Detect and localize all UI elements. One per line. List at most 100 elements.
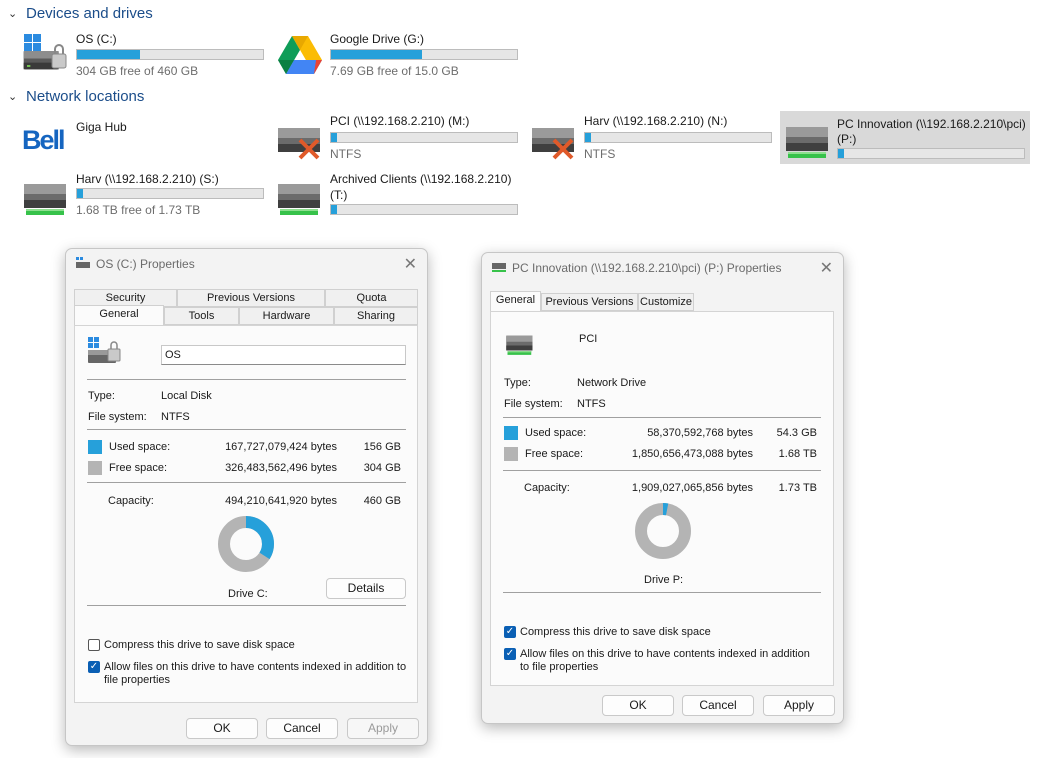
divider (87, 482, 406, 483)
close-icon[interactable]: ✕ (404, 254, 417, 274)
details-button[interactable]: Details (326, 578, 406, 599)
location-name: PC Innovation (\\192.168.2.210\pci) (837, 117, 1026, 131)
dialog-title: OS (C:) Properties (96, 257, 195, 271)
drive-name: Google Drive (G:) (330, 32, 425, 46)
drive-os-c[interactable]: OS (C:) 304 GB free of 460 GB (22, 32, 268, 82)
general-panel: PCI Type: Network Drive File system: NTF… (490, 311, 834, 686)
devices-section-header[interactable]: ⌄ Devices and drives (8, 5, 153, 22)
divider (503, 470, 821, 471)
used-space-swatch (504, 426, 518, 440)
compress-checkbox[interactable]: ✓ (504, 626, 516, 638)
location-drive-letter: (T:) (330, 188, 348, 202)
drive-usage-fill (585, 133, 591, 142)
used-space-swatch (88, 440, 102, 454)
network-drive-title-icon (492, 263, 506, 272)
used-space-gb: 54.3 GB (776, 427, 817, 439)
divider (87, 379, 406, 380)
chevron-down-icon: ⌄ (8, 91, 18, 103)
used-space-gb: 156 GB (363, 441, 401, 453)
drive-usage-fill (331, 133, 337, 142)
network-drive-n[interactable]: Harv (\\192.168.2.210) (N:) NTFS (530, 114, 776, 164)
ok-button[interactable]: OK (186, 718, 258, 739)
location-name: PCI (\\192.168.2.210) (M:) (330, 114, 470, 128)
network-drive-m[interactable]: PCI (\\192.168.2.210) (M:) NTFS (276, 114, 522, 164)
general-panel: OS Type: Local Disk File system: NTFS Us… (74, 325, 418, 703)
tab-previous-versions[interactable]: Previous Versions (177, 289, 325, 307)
file-system-label: File system: (504, 398, 563, 410)
type-label: Type: (88, 390, 115, 402)
location-name: Harv (\\192.168.2.210) (N:) (584, 114, 728, 128)
network-giga-hub[interactable]: Bell Giga Hub (22, 120, 268, 170)
capacity-label: Capacity: (524, 482, 570, 494)
drive-usage-bar (76, 49, 264, 60)
chevron-down-icon: ⌄ (8, 8, 18, 20)
network-drive-t[interactable]: Archived Clients (\\192.168.2.210) (T:) (276, 172, 522, 222)
index-label-line2: file properties (104, 674, 171, 686)
used-space-label: Used space: (109, 441, 171, 453)
drive-google-g[interactable]: Google Drive (G:) 7.69 GB free of 15.0 G… (276, 32, 522, 82)
drive-usage-bar (76, 188, 264, 199)
drive-free-text: NTFS (330, 147, 362, 161)
tab-customize[interactable]: Customize (638, 293, 694, 311)
tab-general[interactable]: General (74, 305, 164, 325)
network-drive-p[interactable]: PC Innovation (\\192.168.2.210\pci) (P:) (780, 111, 1030, 164)
index-checkbox[interactable]: ✓ (504, 648, 516, 660)
cancel-button[interactable]: Cancel (266, 718, 338, 739)
windows-drive-icon (23, 34, 67, 70)
index-label-line1: Allow files on this drive to have conten… (520, 648, 810, 660)
used-space-bytes: 58,370,592,768 bytes (647, 427, 753, 439)
network-drive-icon (504, 328, 536, 358)
google-drive-icon (278, 36, 322, 74)
apply-button[interactable]: Apply (347, 718, 419, 739)
capacity-bytes: 1,909,027,065,856 bytes (631, 482, 753, 494)
type-label: Type: (504, 377, 531, 389)
tab-previous-versions[interactable]: Previous Versions (541, 293, 638, 311)
drive-name: OS (C:) (76, 32, 117, 46)
drive-usage-bar (330, 49, 518, 60)
free-space-gb: 304 GB (363, 462, 401, 474)
network-drive-icon (784, 115, 832, 163)
index-checkbox[interactable]: ✓ (88, 661, 100, 673)
drive-usage-fill (331, 50, 423, 59)
drive-usage-fill (77, 50, 141, 59)
tab-hardware[interactable]: Hardware (239, 307, 334, 325)
drive-usage-fill (838, 149, 844, 158)
free-space-swatch (88, 461, 102, 475)
usage-donut-chart (635, 503, 691, 559)
drive-free-text: 7.69 GB free of 15.0 GB (330, 64, 459, 78)
capacity-bytes: 494,210,641,920 bytes (225, 495, 337, 507)
capacity-tb: 1.73 TB (778, 482, 817, 494)
os-c-properties-dialog: OS (C:) Properties ✕ Security Previous V… (65, 248, 428, 746)
tab-general[interactable]: General (490, 291, 541, 311)
free-space-label: Free space: (525, 448, 584, 460)
drive-label-value: PCI (579, 333, 598, 345)
tab-quota[interactable]: Quota (325, 289, 418, 307)
used-space-bytes: 167,727,079,424 bytes (225, 441, 337, 453)
close-icon[interactable]: ✕ (820, 258, 833, 278)
file-system-value: NTFS (161, 411, 190, 423)
location-name: Harv (\\192.168.2.210) (S:) (76, 172, 219, 186)
compress-checkbox[interactable] (88, 639, 100, 651)
compress-label: Compress this drive to save disk space (520, 626, 711, 638)
used-space-label: Used space: (525, 427, 587, 439)
compress-label: Compress this drive to save disk space (104, 639, 295, 651)
capacity-gb: 460 GB (363, 495, 401, 507)
network-section-header[interactable]: ⌄ Network locations (8, 88, 144, 105)
tab-sharing[interactable]: Sharing (334, 307, 418, 325)
section-title: Network locations (26, 88, 145, 105)
section-title: Devices and drives (26, 5, 153, 22)
free-space-swatch (504, 447, 518, 461)
cancel-button[interactable]: Cancel (682, 695, 754, 716)
drive-label-input[interactable]: OS (161, 345, 406, 365)
divider (503, 592, 821, 593)
drive-usage-fill (331, 205, 337, 214)
network-drive-icon (276, 172, 324, 220)
ok-button[interactable]: OK (602, 695, 674, 716)
divider (503, 417, 821, 418)
drive-free-text: NTFS (584, 147, 616, 161)
apply-button[interactable]: Apply (763, 695, 835, 716)
tab-tools[interactable]: Tools (164, 307, 239, 325)
network-drive-s[interactable]: Harv (\\192.168.2.210) (S:) 1.68 TB free… (22, 172, 268, 222)
disconnected-network-drive-icon (278, 128, 320, 160)
location-name: Archived Clients (\\192.168.2.210) (330, 172, 512, 186)
